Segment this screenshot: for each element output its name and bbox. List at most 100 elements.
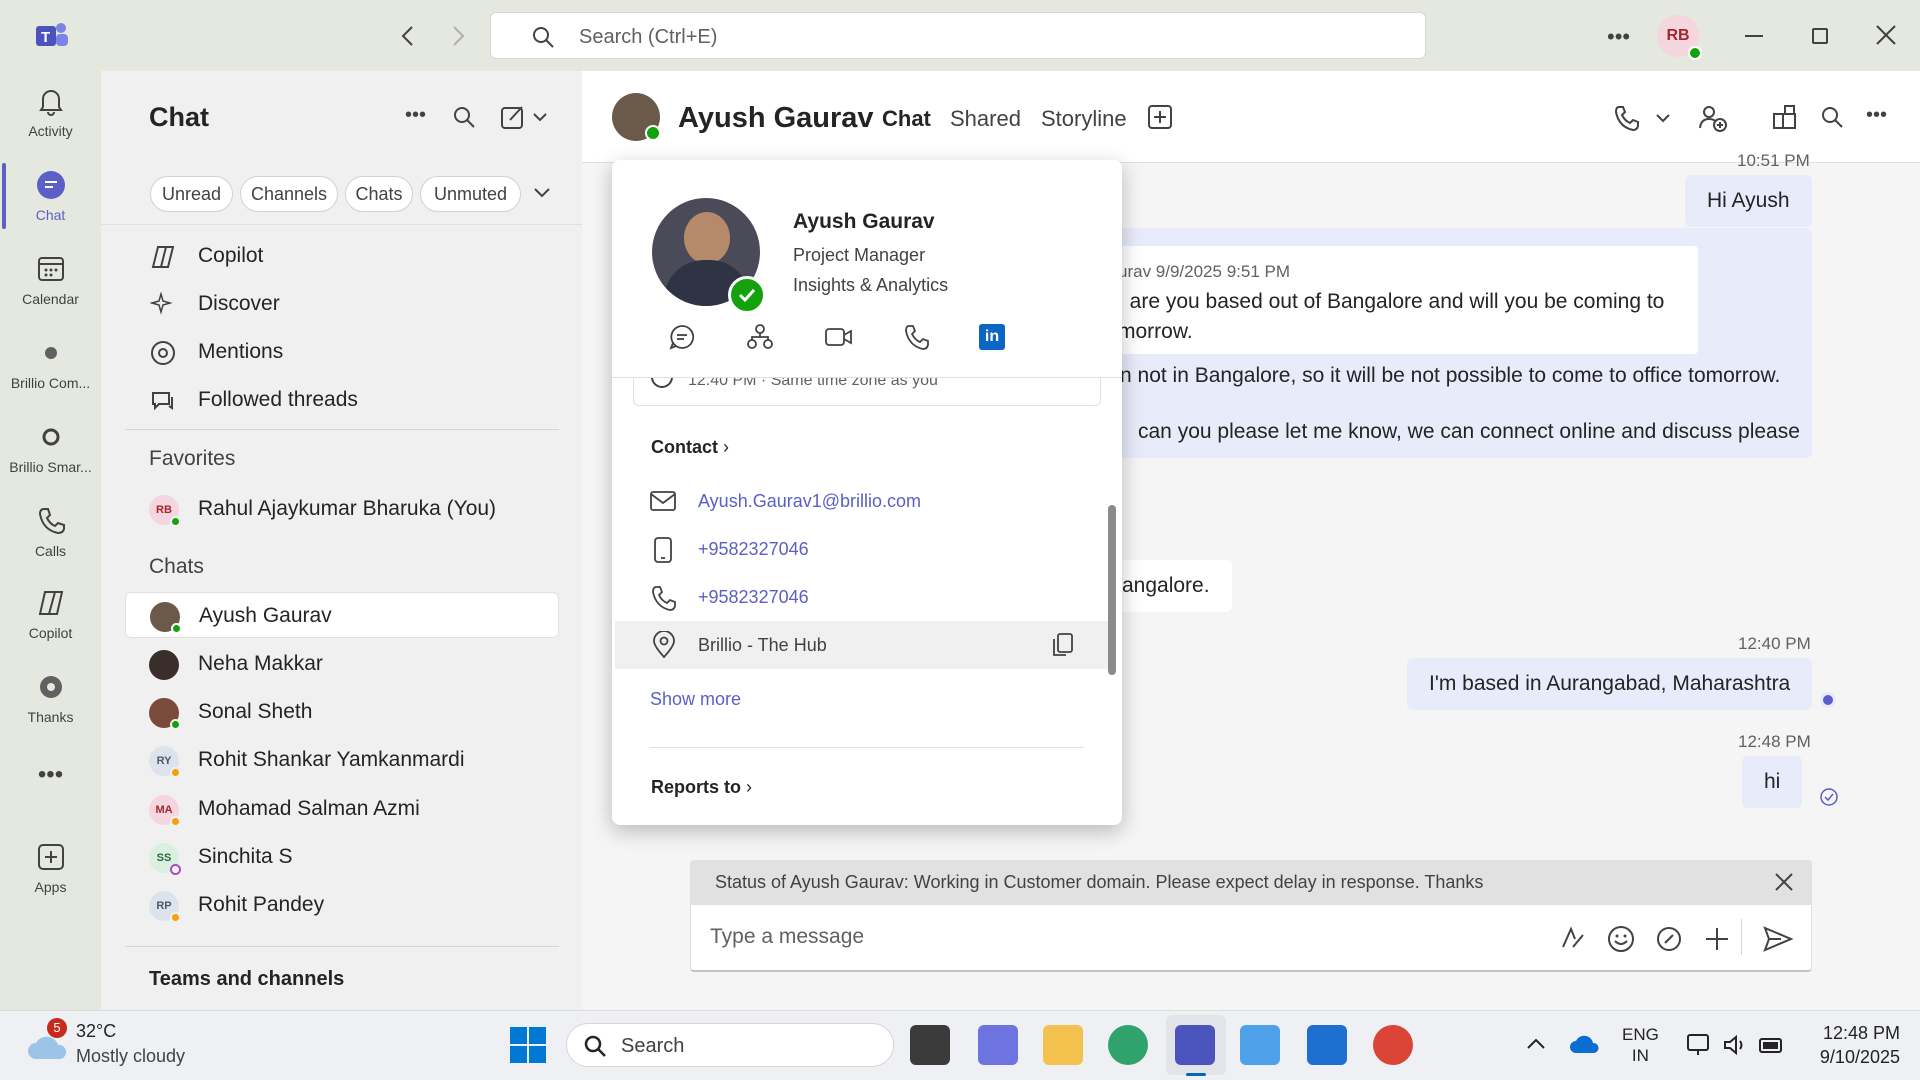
teams-icon[interactable]: [1175, 1025, 1215, 1065]
favorite-item[interactable]: RB Rahul Ajaykumar Bharuka (You): [125, 486, 559, 532]
emoji-icon[interactable]: [1607, 925, 1635, 953]
restore-button[interactable]: [1812, 28, 1828, 44]
chat-item[interactable]: Neha Makkar: [125, 641, 559, 687]
chrome-icon[interactable]: [1373, 1025, 1413, 1065]
message-bubble[interactable]: Hi Ayush: [1685, 175, 1812, 227]
taskbar-search[interactable]: Search: [566, 1023, 894, 1067]
contact-name[interactable]: Ayush Gaurav: [678, 102, 874, 135]
add-tab-icon[interactable]: [1148, 105, 1172, 129]
back-arrow-icon[interactable]: [398, 24, 418, 48]
rail-calls[interactable]: Calls: [0, 505, 101, 559]
close-window-button[interactable]: [1875, 24, 1897, 46]
call-button[interactable]: [1614, 104, 1674, 132]
chat-item[interactable]: RY Rohit Shankar Yamkanmardi: [125, 737, 559, 783]
app-icon[interactable]: [1240, 1025, 1280, 1065]
rail-brillio-com[interactable]: Brillio Com...: [0, 337, 101, 391]
phone-link[interactable]: +9582327046: [698, 587, 809, 608]
rail-calendar[interactable]: Calendar: [0, 253, 101, 307]
chat-item[interactable]: SS Sinchita S: [125, 834, 559, 880]
tab-shared[interactable]: Shared: [950, 106, 1021, 132]
chevron-down-icon[interactable]: [533, 186, 551, 200]
chat-item[interactable]: Sonal Sheth: [125, 689, 559, 735]
divider: [1741, 919, 1742, 955]
rail-chat[interactable]: Chat: [0, 169, 101, 223]
search-icon[interactable]: [452, 105, 476, 129]
teams-channels-header[interactable]: Teams and channels: [149, 968, 344, 991]
send-icon[interactable]: [1763, 925, 1793, 953]
filter-unmuted[interactable]: Unmuted: [420, 176, 521, 212]
reports-to-header[interactable]: Reports to ›: [651, 777, 752, 798]
user-avatar[interactable]: RB: [1657, 15, 1702, 60]
quoted-message[interactable]: urav 9/9/2025 9:51 PM , are you based ou…: [1108, 246, 1698, 354]
filter-chats[interactable]: Chats: [345, 176, 413, 212]
nav-discover[interactable]: Discover: [125, 281, 559, 327]
loop-icon[interactable]: [1655, 925, 1683, 953]
new-chat-icon[interactable]: [500, 104, 548, 130]
chevron-up-icon[interactable]: [1526, 1037, 1546, 1051]
location-row[interactable]: Brillio - The Hub: [615, 621, 1112, 669]
more-options-icon[interactable]: •••: [1866, 104, 1887, 127]
format-icon[interactable]: [1559, 925, 1587, 953]
onedrive-icon[interactable]: [1570, 1035, 1600, 1055]
copy-icon[interactable]: [1052, 633, 1074, 657]
linkedin-icon[interactable]: in: [979, 324, 1005, 350]
minimize-button[interactable]: [1745, 35, 1763, 37]
forward-arrow-icon[interactable]: [448, 24, 468, 48]
compose-box[interactable]: Type a message: [690, 904, 1812, 972]
filter-channels[interactable]: Channels: [240, 176, 338, 212]
scrollbar[interactable]: [1108, 505, 1116, 675]
language-indicator[interactable]: ENG IN: [1622, 1024, 1659, 1066]
contact-header[interactable]: Contact ›: [651, 437, 729, 458]
thread-icon: [150, 388, 176, 414]
apps-icon[interactable]: [1772, 105, 1798, 131]
add-people-icon[interactable]: [1698, 104, 1728, 132]
tab-storyline[interactable]: Storyline: [1041, 106, 1127, 132]
mobile-link[interactable]: +9582327046: [698, 539, 809, 560]
chat-item[interactable]: MA Mohamad Salman Azmi: [125, 786, 559, 832]
outlook-icon[interactable]: [1307, 1025, 1347, 1065]
rail-brillio-smart[interactable]: Brillio Smar...: [0, 421, 101, 475]
nav-followed-threads[interactable]: Followed threads: [125, 377, 559, 423]
divider: [101, 224, 582, 225]
chat-icon[interactable]: [669, 324, 695, 350]
video-call-icon[interactable]: [825, 326, 853, 348]
cloud-icon[interactable]: [28, 1033, 68, 1061]
incoming-message[interactable]: angalore.: [1110, 560, 1232, 612]
email-link[interactable]: Ayush.Gaurav1@brillio.com: [698, 491, 921, 512]
battery-icon[interactable]: [1758, 1033, 1786, 1057]
chat-item[interactable]: RP Rohit Pandey: [125, 882, 559, 928]
search-input[interactable]: Search (Ctrl+E): [490, 12, 1426, 59]
rail-activity[interactable]: Activity: [0, 85, 101, 139]
m365-icon[interactable]: [978, 1025, 1018, 1065]
clock[interactable]: 12:48 PM 9/10/2025: [1806, 1021, 1900, 1069]
nav-copilot[interactable]: Copilot: [125, 233, 559, 279]
rail-apps[interactable]: Apps: [0, 841, 101, 895]
message-bubble[interactable]: hi: [1742, 756, 1803, 808]
plus-icon[interactable]: [1703, 925, 1731, 953]
network-icon[interactable]: [1686, 1033, 1712, 1057]
show-more-link[interactable]: Show more: [650, 689, 741, 710]
teams-logo-icon[interactable]: T: [36, 20, 68, 50]
edge-icon[interactable]: [1108, 1025, 1148, 1065]
search-icon[interactable]: [1820, 105, 1844, 129]
volume-icon[interactable]: [1722, 1033, 1750, 1057]
nav-mentions[interactable]: Mentions: [125, 329, 559, 375]
rail-more-icon[interactable]: •••: [0, 761, 101, 789]
more-options-icon[interactable]: •••: [405, 104, 426, 127]
close-icon[interactable]: [1774, 872, 1794, 892]
more-options-icon[interactable]: •••: [1607, 24, 1630, 50]
tab-chat[interactable]: Chat: [882, 106, 931, 132]
mobile-icon: [654, 537, 672, 563]
windows-start-icon[interactable]: [510, 1027, 546, 1063]
file-explorer-icon[interactable]: [1043, 1025, 1083, 1065]
chat-item-ayush-gaurav[interactable]: Ayush Gaurav: [125, 592, 559, 638]
presence-available: [170, 516, 181, 527]
phone-icon[interactable]: [904, 324, 930, 350]
reply-message-bubble[interactable]: urav 9/9/2025 9:51 PM , are you based ou…: [1090, 228, 1812, 458]
org-chart-icon[interactable]: [747, 324, 773, 350]
rail-copilot[interactable]: Copilot: [0, 587, 101, 641]
rail-thanks[interactable]: Thanks: [0, 671, 101, 725]
filter-unread[interactable]: Unread: [150, 176, 233, 212]
message-bubble[interactable]: I'm based in Aurangabad, Maharashtra: [1407, 658, 1813, 710]
task-view-icon[interactable]: [910, 1025, 950, 1065]
